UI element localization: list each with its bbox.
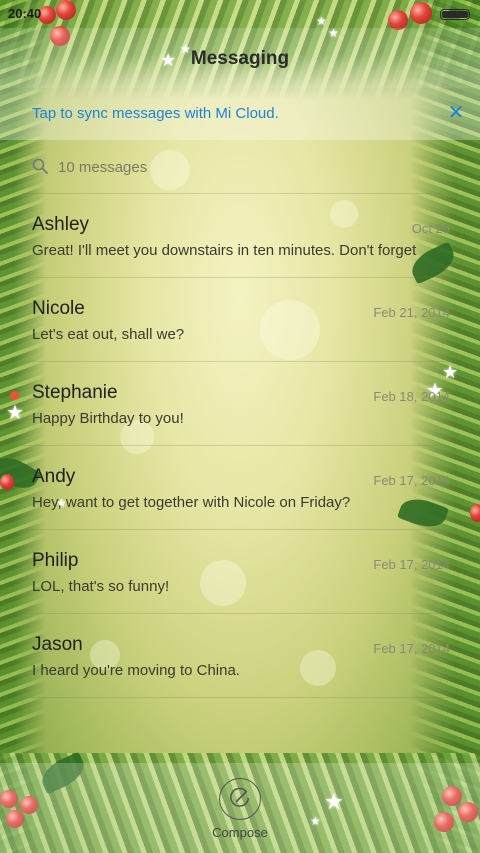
conversation-item[interactable]: Jason Feb 17, 2014 I heard you're moving… bbox=[22, 614, 450, 698]
conversation-name: Philip bbox=[32, 550, 79, 571]
conversation-name: Ashley bbox=[32, 214, 90, 235]
sync-banner-text[interactable]: Tap to sync messages with Mi Cloud. bbox=[32, 105, 279, 122]
conversation-preview: Hey, want to get together with Nicole on… bbox=[32, 494, 351, 511]
conversation-date: Feb 18, 2014 bbox=[373, 389, 450, 404]
conversation-name: Jason bbox=[32, 634, 83, 655]
conversation-name: Andy bbox=[32, 466, 76, 487]
conversation-date: Feb 17, 2014 bbox=[373, 557, 450, 572]
conversation-date: Feb 17, 2014 bbox=[373, 473, 450, 488]
bottom-bar: Compose bbox=[0, 763, 480, 853]
sync-banner[interactable]: Tap to sync messages with Mi Cloud. ✕ bbox=[0, 88, 480, 140]
close-icon[interactable]: ✕ bbox=[444, 101, 468, 125]
conversation-item[interactable]: Ashley Oct 29 Great! I'll meet you downs… bbox=[22, 194, 450, 278]
app-header: Messaging bbox=[0, 28, 480, 88]
berry bbox=[0, 474, 14, 490]
conversation-preview: LOL, that's so funny! bbox=[32, 578, 170, 595]
conversation-preview: Let's eat out, shall we? bbox=[32, 326, 185, 343]
status-bar: 20:40 bbox=[0, 0, 480, 28]
conversation-list: Ashley Oct 29 Great! I'll meet you downs… bbox=[10, 194, 450, 698]
unread-indicator bbox=[10, 391, 19, 400]
conversation-date: Feb 21, 2014 bbox=[373, 305, 450, 320]
battery-icon bbox=[440, 9, 470, 20]
page-title: Messaging bbox=[190, 48, 290, 69]
conversation-item[interactable]: Nicole Feb 21, 2014 Let's eat out, shall… bbox=[22, 278, 450, 362]
search-input[interactable] bbox=[58, 152, 428, 182]
search-icon bbox=[32, 158, 48, 174]
conversation-name: Stephanie bbox=[32, 382, 118, 403]
conversation-name: Nicole bbox=[32, 298, 85, 319]
conversation-preview: Great! I'll meet you downstairs in ten m… bbox=[32, 242, 417, 259]
status-time: 20:40 bbox=[8, 6, 42, 21]
compose-label: Compose bbox=[212, 825, 268, 840]
conversation-item[interactable]: Andy Feb 17, 2014 Hey, want to get toget… bbox=[22, 446, 450, 530]
search-bar[interactable] bbox=[22, 140, 442, 194]
conversation-date: Feb 17, 2014 bbox=[373, 641, 450, 656]
conversation-date: Oct 29 bbox=[411, 221, 450, 236]
conversation-preview: I heard you're moving to China. bbox=[32, 662, 240, 679]
berry bbox=[470, 504, 480, 522]
conversation-item[interactable]: Philip Feb 17, 2014 LOL, that's so funny… bbox=[22, 530, 450, 614]
compose-pencil-glyph bbox=[230, 787, 250, 807]
compose-button[interactable]: Compose bbox=[212, 778, 268, 840]
conversation-preview: Happy Birthday to you! bbox=[32, 410, 184, 427]
compose-icon bbox=[219, 778, 261, 820]
conversation-item[interactable]: Stephanie Feb 18, 2014 Happy Birthday to… bbox=[10, 362, 450, 446]
